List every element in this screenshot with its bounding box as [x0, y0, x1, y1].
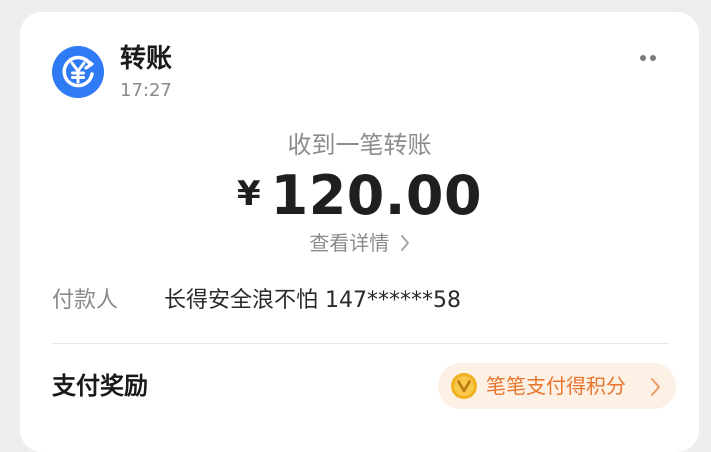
chevron-right-icon — [651, 378, 660, 396]
reward-points-button[interactable]: 笔笔支付得积分 — [438, 363, 676, 409]
amount-row: ¥120.00 — [20, 164, 699, 227]
currency-symbol: ¥ — [236, 173, 261, 214]
app-title: 转账 — [120, 44, 173, 74]
notification-time: 17:27 — [120, 80, 172, 101]
reward-title: 支付奖励 — [52, 372, 148, 400]
payer-value: 长得安全浪不怕 147******58 — [164, 288, 461, 313]
reward-points-label: 笔笔支付得积分 — [486, 374, 626, 398]
transfer-subtitle: 收到一笔转账 — [287, 131, 432, 159]
view-details-label: 查看详情 — [309, 231, 390, 255]
chevron-right-icon — [400, 234, 409, 251]
more-dots-icon — [640, 55, 646, 61]
v-badge-icon — [451, 373, 477, 399]
more-dots-icon-dot — [650, 55, 656, 61]
more-options-button[interactable] — [634, 50, 662, 66]
payer-label: 付款人 — [52, 288, 119, 313]
transfer-notification-card[interactable]: 转账 17:27 收到一笔转账 ¥120.00 查看详情 付款人 长得安全浪不怕… — [20, 12, 699, 452]
view-details-link[interactable]: 查看详情 — [20, 228, 699, 258]
divider — [52, 343, 669, 344]
yuan-circular-arrow-icon — [52, 46, 104, 98]
transfer-amount: 120.00 — [270, 164, 483, 227]
